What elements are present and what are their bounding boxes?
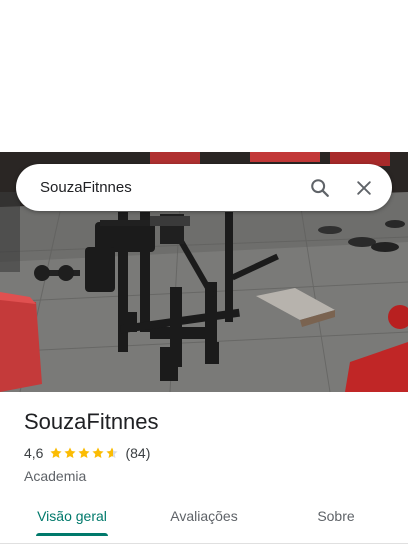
place-page: SouzaFitnnes SouzaFitnnes 4,6 (84) Acade… [0,0,408,544]
tab-about[interactable]: Sobre [288,496,384,536]
star-icon [78,447,91,459]
search-icon [311,178,329,197]
star-icon [50,447,63,459]
place-title: SouzaFitnnes [24,409,159,434]
search-input[interactable]: SouzaFitnnes [16,179,298,196]
star-icon [92,447,105,459]
close-icon [357,180,371,195]
search-bar[interactable]: SouzaFitnnes [16,164,392,211]
place-category[interactable]: Academia [24,468,394,484]
tab-bar: Visão geral Avaliações Sobre [0,496,408,544]
rating-row[interactable]: 4,6 (84) [24,444,394,462]
rating-value: 4,6 [24,445,44,461]
star-icon [106,447,119,459]
active-tab-indicator [36,533,108,536]
star-icon [64,447,77,459]
star-rating [49,446,119,460]
search-button[interactable] [298,166,342,210]
tab-reviews[interactable]: Avaliações [156,496,252,536]
tab-overview[interactable]: Visão geral [24,496,120,536]
close-button[interactable] [342,166,386,210]
place-info: SouzaFitnnes 4,6 (84) Academia [24,408,394,484]
review-count: (84) [125,445,151,461]
